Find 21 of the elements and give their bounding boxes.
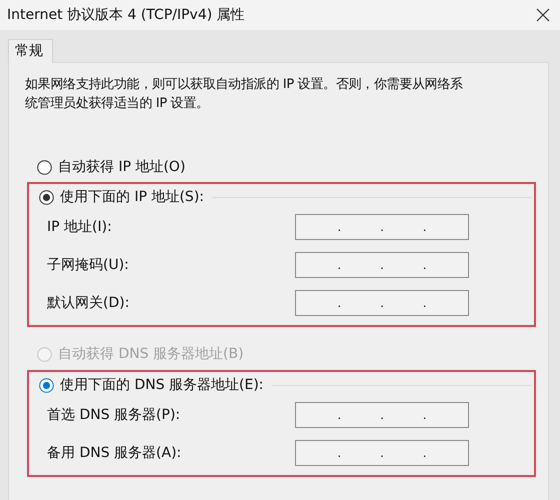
ip-address-field[interactable]: . . . [295, 402, 469, 428]
tab[interactable]: 常规 [8, 39, 53, 63]
close-icon[interactable] [536, 8, 550, 22]
field-label: 备用 DNS 服务器(A): [47, 444, 182, 462]
field-label: 默认网关(D): [47, 294, 130, 312]
ip-address-field[interactable]: . . . [295, 252, 469, 278]
radio-button[interactable] [39, 378, 54, 392]
radio-label: 自动获得 DNS 服务器地址(B) [58, 345, 244, 363]
ip-address-field[interactable]: . . . [295, 290, 469, 316]
ip-address-field[interactable]: . . . [295, 214, 469, 240]
radio-label: 自动获得 IP 地址(O) [58, 158, 186, 176]
description-text: 如果网络支持此功能，则可以获取自动指派的 IP 设置。否则，你需要从网络系统管理员处获得适当的 IP 设置。 [25, 76, 464, 113]
window-title: Internet 协议版本 4 (TCP/IPv4) 属性 [7, 6, 245, 24]
field-label: 首选 DNS 服务器(P): [47, 406, 182, 424]
radio-button[interactable] [39, 190, 54, 204]
ip-address-field[interactable]: . . . [295, 440, 469, 466]
radio-button[interactable] [37, 160, 52, 174]
field-label: IP 地址(I): [47, 218, 113, 236]
radio-label: 使用下面的 IP 地址(S): [60, 188, 204, 206]
radio-label: 使用下面的 DNS 服务器地址(E): [60, 376, 264, 394]
field-label: 子网掩码(U): [47, 256, 130, 274]
